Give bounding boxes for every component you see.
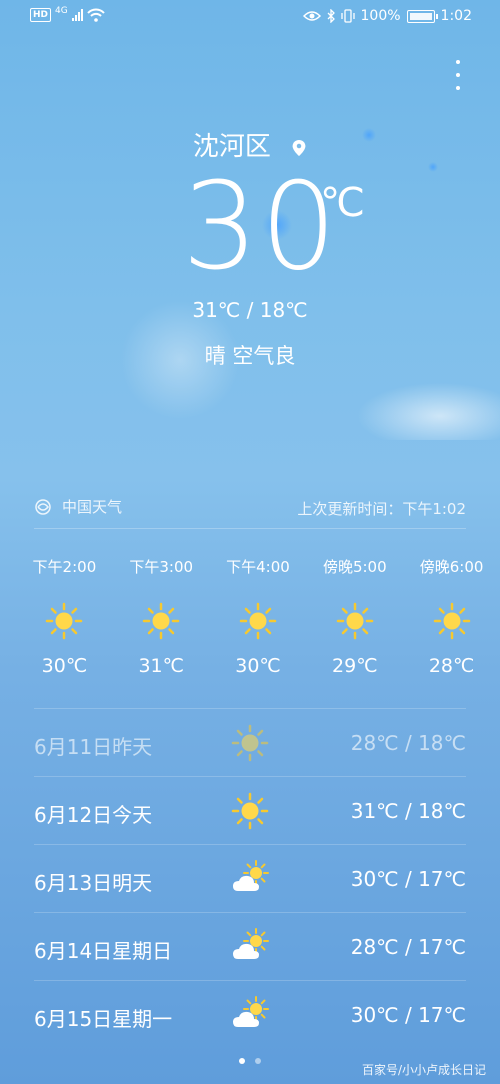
last-updated: 上次更新时间：下午1:02 bbox=[297, 500, 466, 518]
battery-icon bbox=[406, 9, 438, 23]
eye-icon bbox=[302, 11, 321, 21]
vibrate-icon bbox=[340, 9, 355, 23]
day-date: 6月11日昨天 bbox=[34, 735, 153, 759]
hourly-forecast[interactable]: 下午2:00 30℃ 下午3:00 31℃ 下午4:00 30℃ 傍晚5:00 … bbox=[16, 556, 500, 677]
hourly-item: 下午4:00 30℃ bbox=[210, 556, 307, 677]
location-pin-icon bbox=[292, 140, 306, 156]
current-temperature: 30 bbox=[182, 158, 339, 297]
day-temp-range: 31℃ / 18℃ bbox=[350, 799, 466, 823]
hour-temp: 29℃ bbox=[332, 655, 378, 677]
day-temp-range: 28℃ / 18℃ bbox=[350, 731, 466, 755]
day-temp-range: 30℃ / 17℃ bbox=[350, 1003, 466, 1027]
divider bbox=[34, 528, 466, 529]
sun-icon bbox=[141, 601, 181, 641]
more-options-icon[interactable] bbox=[448, 60, 468, 90]
sun-icon bbox=[44, 601, 84, 641]
sun-icon bbox=[432, 601, 472, 641]
data-source: 中国天气 bbox=[34, 496, 122, 517]
daily-forecast: 6月11日昨天 28℃ / 18℃ 6月12日今天 31℃ / 18℃ 6月13… bbox=[34, 708, 466, 1048]
watermark: 百家号/小小卢成长日记 bbox=[361, 1063, 486, 1077]
page-dot-active[interactable] bbox=[239, 1058, 245, 1064]
day-date: 6月15日星期一 bbox=[34, 1007, 173, 1031]
hourly-item: 傍晚6:00 28℃ bbox=[403, 556, 500, 677]
day-date: 6月13日明天 bbox=[34, 871, 153, 895]
sun-icon bbox=[335, 601, 375, 641]
china-weather-logo-icon bbox=[35, 498, 51, 515]
hourly-item: 下午3:00 31℃ bbox=[113, 556, 210, 677]
status-bar: HD 4G 100% 1:02 bbox=[0, 0, 500, 36]
hour-time: 傍晚6:00 bbox=[419, 558, 484, 576]
wifi-icon bbox=[86, 8, 105, 22]
sun-icon bbox=[238, 601, 278, 641]
hour-temp: 28℃ bbox=[428, 655, 475, 677]
hourly-item: 傍晚5:00 29℃ bbox=[306, 556, 403, 677]
hour-time: 下午2:00 bbox=[32, 558, 97, 576]
hour-temp: 30℃ bbox=[235, 655, 281, 677]
daily-row[interactable]: 6月12日今天 31℃ / 18℃ bbox=[34, 776, 466, 844]
battery-percent: 100% bbox=[360, 8, 401, 24]
hour-temp: 30℃ bbox=[41, 655, 88, 677]
partly-cloudy-icon bbox=[230, 859, 270, 899]
daily-row[interactable]: 6月11日昨天 28℃ / 18℃ bbox=[34, 708, 466, 776]
today-temp-range: 31℃ / 18℃ bbox=[192, 298, 308, 322]
partly-cloudy-icon bbox=[230, 927, 270, 967]
partly-cloudy-icon bbox=[230, 995, 270, 1035]
hour-time: 傍晚5:00 bbox=[322, 558, 387, 576]
weather-condition: 晴 空气良 bbox=[204, 344, 296, 368]
day-date: 6月14日星期日 bbox=[34, 939, 173, 963]
page-dot[interactable] bbox=[255, 1058, 261, 1064]
hourly-item: 下午2:00 30℃ bbox=[16, 556, 113, 677]
daily-row[interactable]: 6月14日星期日 28℃ / 17℃ bbox=[34, 912, 466, 980]
network-type: 4G bbox=[55, 6, 68, 16]
daily-row[interactable]: 6月15日星期一 30℃ / 17℃ bbox=[34, 980, 466, 1048]
hd-voice-icon: HD bbox=[30, 8, 52, 22]
source-name: 中国天气 bbox=[62, 498, 123, 516]
sun-icon bbox=[230, 791, 270, 831]
bluetooth-icon bbox=[327, 9, 335, 23]
sun-icon bbox=[230, 723, 270, 763]
day-temp-range: 28℃ / 17℃ bbox=[350, 935, 466, 959]
day-temp-range: 30℃ / 17℃ bbox=[350, 867, 466, 891]
hour-temp: 31℃ bbox=[138, 655, 184, 677]
clock: 1:02 bbox=[440, 8, 472, 24]
day-date: 6月12日今天 bbox=[34, 803, 153, 827]
hour-time: 下午4:00 bbox=[226, 558, 290, 576]
hour-time: 下午3:00 bbox=[129, 558, 194, 576]
daily-row[interactable]: 6月13日明天 30℃ / 17℃ bbox=[34, 844, 466, 912]
signal-icon bbox=[71, 9, 83, 21]
temperature-unit: ℃ bbox=[320, 180, 365, 226]
